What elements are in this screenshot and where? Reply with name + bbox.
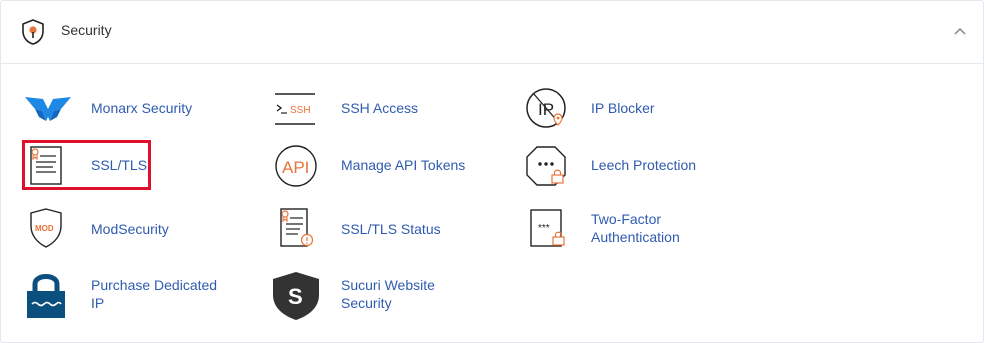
tool-modsecurity[interactable]: MOD ModSecurity [23,206,243,250]
tool-ip-blocker[interactable]: IP IP Blocker [523,87,743,131]
tool-manage-api-tokens[interactable]: API Manage API Tokens [273,144,493,188]
api-tokens-icon: API [275,145,317,187]
tool-sucuri-website-security[interactable]: S Sucuri Website Security [273,271,493,321]
tool-label: Two-Factor Authentication [591,211,680,245]
sucuri-shield-icon: S [273,272,319,320]
ssl-status-icon [280,208,314,247]
tool-label: Monarx Security [91,100,193,116]
tool-ssl-tls-status[interactable]: SSL/TLS Status [273,206,493,250]
tool-label: Manage API Tokens [341,157,466,173]
tool-purchase-dedicated-ip[interactable]: Purchase Dedicated IP [23,271,243,321]
chevron-up-icon[interactable] [951,24,969,38]
tool-label: SSL/TLS [91,157,148,173]
ssh-terminal-icon: SSH [275,93,315,125]
ssl-certificate-icon [30,146,62,185]
tool-ssl-tls[interactable]: SSL/TLS [23,144,243,188]
svg-text:SSH: SSH [290,105,311,116]
tool-label: IP Blocker [591,100,655,116]
tool-label: Sucuri Website Security [341,277,435,311]
security-panel: Security Monarx Security SSH SSH Access … [0,0,984,343]
tool-two-factor-authentication[interactable]: *** Two-Factor Authentication [523,206,743,250]
tool-leech-protection[interactable]: Leech Protection [523,144,743,188]
modsecurity-shield-icon: MOD [30,208,62,248]
tool-label: Leech Protection [591,157,697,173]
svg-text:S: S [288,284,303,309]
svg-text:IP: IP [538,100,554,119]
section-header[interactable]: Security [1,1,983,64]
tool-label: SSH Access [341,100,419,116]
shield-lock-icon [22,19,44,45]
monarx-butterfly-icon [25,97,71,121]
tool-monarx-security[interactable]: Monarx Security [23,87,243,131]
ip-blocker-icon: IP [526,88,566,128]
svg-text:***: *** [538,223,550,234]
leech-protection-icon [526,146,566,186]
svg-text:MOD: MOD [35,224,54,233]
section-title: Security [61,22,112,38]
tool-label: ModSecurity [91,221,169,237]
tool-label: Purchase Dedicated IP [91,277,218,311]
dedicated-ip-lock-icon [27,274,65,318]
two-factor-icon: *** [530,209,565,247]
tool-label: SSL/TLS Status [341,221,441,237]
svg-text:API: API [282,158,309,177]
tool-ssh-access[interactable]: SSH SSH Access [273,87,493,131]
